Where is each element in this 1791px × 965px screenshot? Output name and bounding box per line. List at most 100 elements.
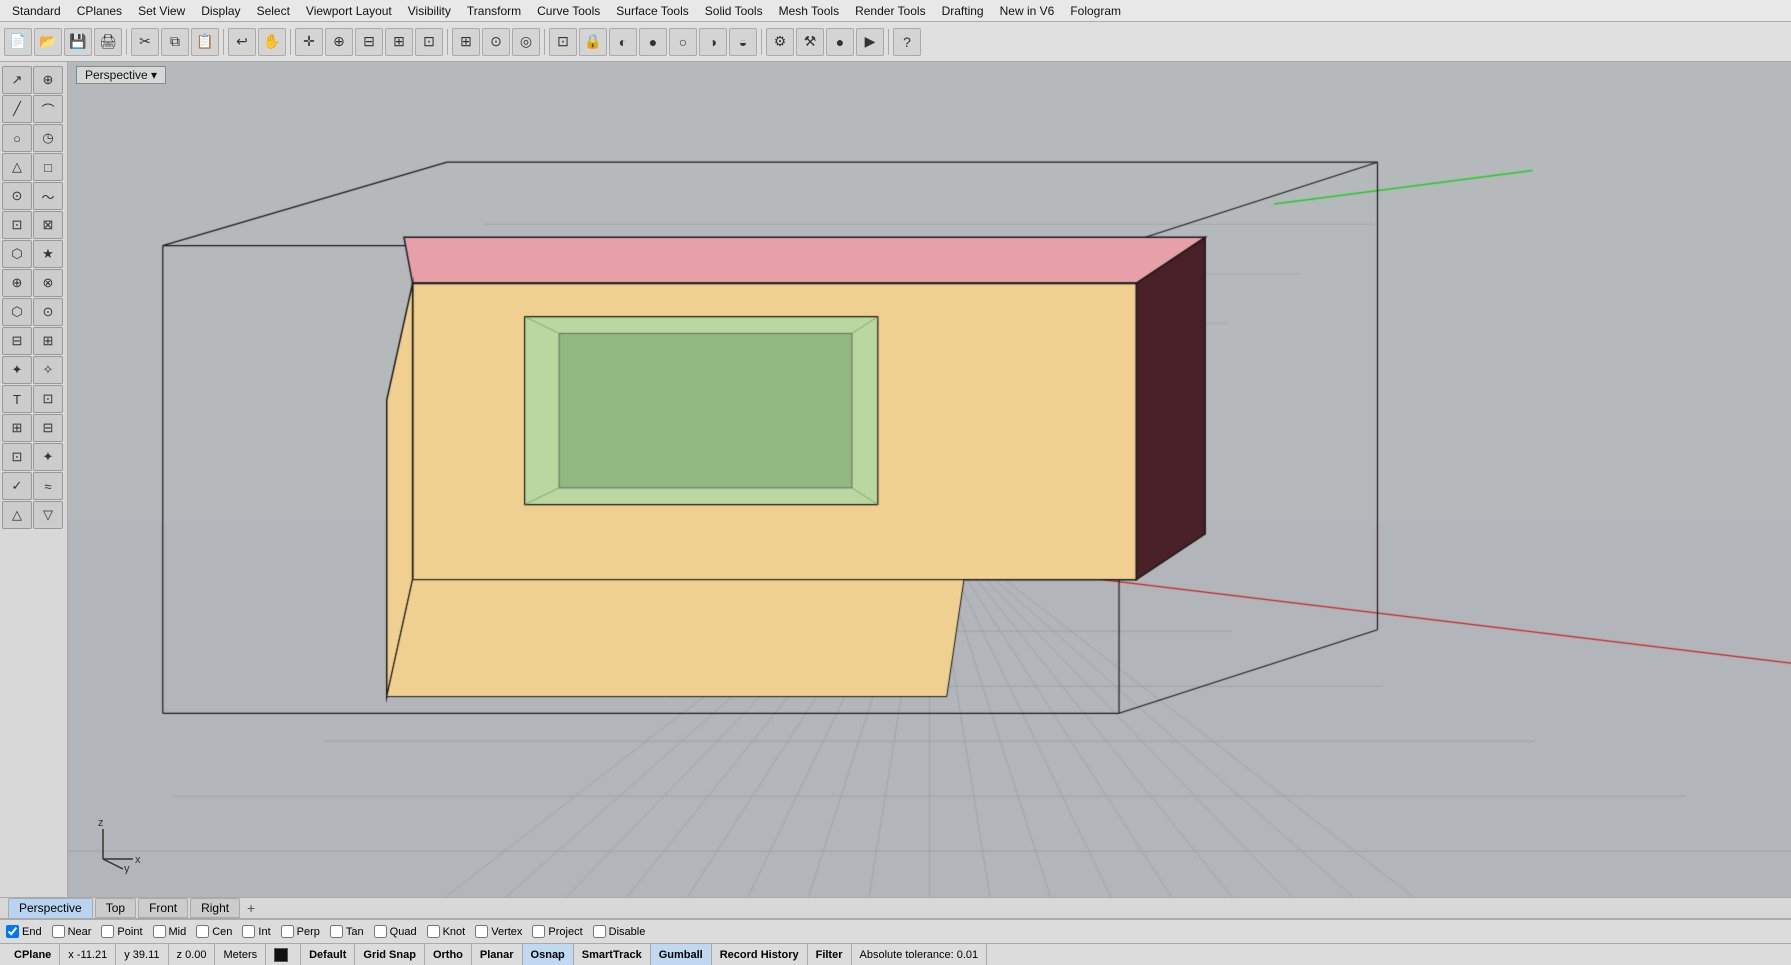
play-btn[interactable]: ▶ (856, 28, 884, 56)
snap-tan[interactable]: Tan (330, 925, 364, 938)
status-osnap[interactable]: Osnap (523, 944, 574, 965)
menu-item-standard[interactable]: Standard (4, 2, 69, 20)
snap-project[interactable]: Project (532, 925, 582, 938)
cylinder-tool[interactable]: ⊟ (2, 327, 32, 355)
menu-item-display[interactable]: Display (193, 2, 248, 20)
obj-snap-btn[interactable]: ◎ (512, 28, 540, 56)
cplane-btn[interactable]: ⊡ (549, 28, 577, 56)
snap-perp[interactable]: Perp (281, 925, 320, 938)
viewport-label[interactable]: Perspective ▾ (76, 66, 166, 84)
text-tool[interactable]: T (2, 385, 32, 413)
cut-btn[interactable]: ✂ (131, 28, 159, 56)
taper-tool[interactable]: △ (2, 501, 32, 529)
boolean-tool[interactable]: ⊗ (33, 269, 63, 297)
menu-item-visibility[interactable]: Visibility (400, 2, 459, 20)
zoom-in-btn[interactable]: ⊕ (325, 28, 353, 56)
viewport-container[interactable]: Perspective ▾ z x y (68, 62, 1791, 897)
status-cplane[interactable]: CPlane (6, 944, 60, 965)
transform-tool[interactable]: ⊕ (2, 269, 32, 297)
menu-item-drafting[interactable]: Drafting (934, 2, 992, 20)
taper2-tool[interactable]: ▽ (33, 501, 63, 529)
mesh-tool[interactable]: ⬡ (2, 240, 32, 268)
block-tool[interactable]: ⊟ (33, 414, 63, 442)
viewport-tab-perspective[interactable]: Perspective (8, 898, 93, 918)
move-btn[interactable]: ✛ (295, 28, 323, 56)
snap-btn[interactable]: ⊙ (482, 28, 510, 56)
shaded2-btn[interactable]: ◑ (699, 28, 727, 56)
copy-btn[interactable]: ⧉ (161, 28, 189, 56)
undo-btn[interactable]: ↩ (228, 28, 256, 56)
triangle-tool[interactable]: △ (2, 153, 32, 181)
render-sphere-btn[interactable]: ● (639, 28, 667, 56)
viewport-tab-top[interactable]: Top (95, 898, 136, 918)
viewport-tab-right[interactable]: Right (190, 898, 240, 918)
tools2-btn[interactable]: ⚒ (796, 28, 824, 56)
grid-btn[interactable]: ⊞ (452, 28, 480, 56)
zoom-win-btn[interactable]: ⊞ (385, 28, 413, 56)
check-tool[interactable]: ✓ (2, 472, 32, 500)
menu-item-solid-tools[interactable]: Solid Tools (697, 2, 771, 20)
zoom-ext-btn[interactable]: ⊟ (355, 28, 383, 56)
menu-item-surface-tools[interactable]: Surface Tools (608, 2, 697, 20)
snap-end[interactable]: End (6, 925, 42, 938)
history-tool[interactable]: ⊡ (2, 443, 32, 471)
select-arrow-tool[interactable]: ↗ (2, 66, 32, 94)
material-btn[interactable]: ◐ (609, 28, 637, 56)
menu-item-new-in-v6[interactable]: New in V6 (992, 2, 1063, 20)
viewport-tab-front[interactable]: Front (138, 898, 188, 918)
subd2-tool[interactable]: ✧ (33, 356, 63, 384)
menu-item-render-tools[interactable]: Render Tools (847, 2, 934, 20)
arc-tool[interactable]: ◷ (33, 124, 63, 152)
shaded-btn[interactable]: ○ (669, 28, 697, 56)
snap-knot[interactable]: Knot (427, 925, 466, 938)
cone-tool[interactable]: ⊞ (33, 327, 63, 355)
status-layer[interactable]: Default (301, 944, 355, 965)
print-btn[interactable]: 🖨 (94, 28, 122, 56)
save-btn[interactable]: 💾 (64, 28, 92, 56)
new-btn[interactable]: 📄 (4, 28, 32, 56)
rectangle-tool[interactable]: □ (33, 153, 63, 181)
status-filter[interactable]: Filter (808, 944, 852, 965)
snap-near[interactable]: Near (52, 925, 92, 938)
sphere-tool-tool[interactable]: ⊙ (33, 298, 63, 326)
menu-item-set-view[interactable]: Set View (130, 2, 193, 20)
menu-item-mesh-tools[interactable]: Mesh Tools (771, 2, 847, 20)
freeform-curve-tool[interactable]: 〜 (33, 182, 63, 210)
menu-item-viewport-layout[interactable]: Viewport Layout (298, 2, 400, 20)
circle-tool[interactable]: ○ (2, 124, 32, 152)
paste-btn[interactable]: 📋 (191, 28, 219, 56)
snap-vertex[interactable]: Vertex (475, 925, 522, 938)
snap-point[interactable]: Point (101, 925, 142, 938)
special-tool[interactable]: ★ (33, 240, 63, 268)
status-record-history[interactable]: Record History (712, 944, 808, 965)
snap-disable[interactable]: Disable (593, 925, 646, 938)
status-smarttrack[interactable]: SmartTrack (574, 944, 651, 965)
tools1-btn[interactable]: ⚙ (766, 28, 794, 56)
loft-tool[interactable]: ⊠ (33, 211, 63, 239)
open-btn[interactable]: 📂 (34, 28, 62, 56)
polyline-tool[interactable]: ⌒ (33, 95, 63, 123)
snap-mid[interactable]: Mid (153, 925, 187, 938)
pan-btn[interactable]: ✋ (258, 28, 286, 56)
zoom-all-btn[interactable]: ⊡ (415, 28, 443, 56)
status-ortho[interactable]: Ortho (425, 944, 472, 965)
solid-box-tool[interactable]: ⬡ (2, 298, 32, 326)
viewport-tab-add[interactable]: + (242, 899, 260, 917)
group-tool[interactable]: ⊞ (2, 414, 32, 442)
gumball-tool[interactable]: ✦ (33, 443, 63, 471)
menu-item-transform[interactable]: Transform (459, 2, 529, 20)
menu-item-fologram[interactable]: Fologram (1062, 2, 1129, 20)
viewport-canvas[interactable] (68, 62, 1791, 897)
status-gumball[interactable]: Gumball (651, 944, 712, 965)
lock-btn[interactable]: 🔒 (579, 28, 607, 56)
wire-btn[interactable]: ◒ (729, 28, 757, 56)
line-tool[interactable]: ╱ (2, 95, 32, 123)
curve-blend-tool[interactable]: ⊙ (2, 182, 32, 210)
help-btn[interactable]: ? (893, 28, 921, 56)
snap-quad[interactable]: Quad (374, 925, 417, 938)
snap-cen[interactable]: Cen (196, 925, 232, 938)
menu-item-select[interactable]: Select (249, 2, 298, 20)
status-grid-snap[interactable]: Grid Snap (355, 944, 425, 965)
status-planar[interactable]: Planar (472, 944, 523, 965)
analyze-tool[interactable]: ≈ (33, 472, 63, 500)
